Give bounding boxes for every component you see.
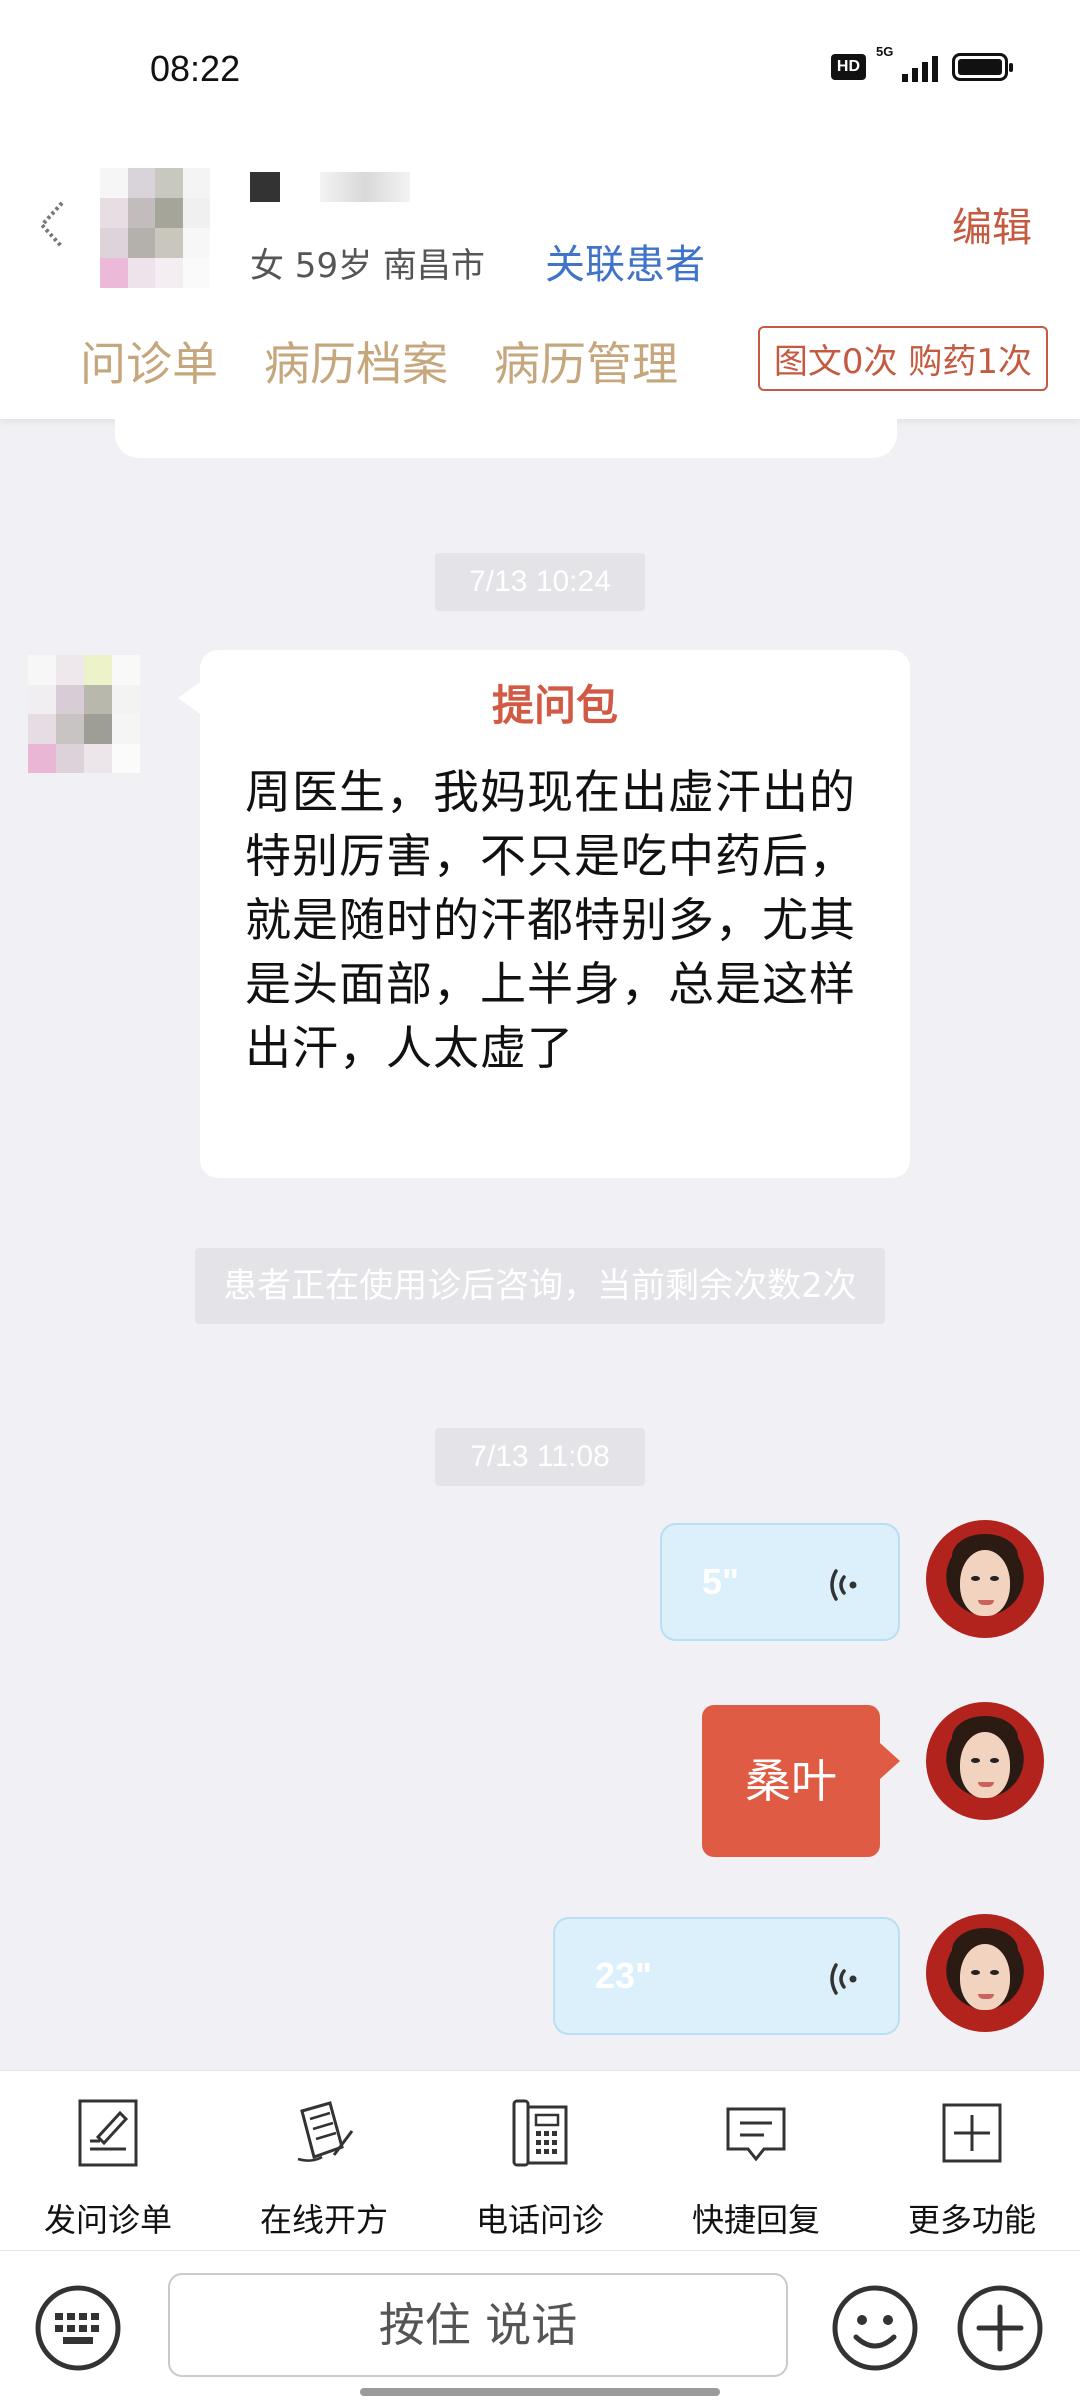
voice-duration: 5"	[702, 1561, 740, 1602]
timestamp: 7/13 11:08	[435, 1428, 645, 1486]
keyboard-icon[interactable]	[33, 2283, 123, 2373]
tab-medical-records[interactable]: 病历档案	[264, 328, 448, 394]
patient-message-avatar[interactable]	[28, 655, 140, 773]
prescription-icon	[297, 2101, 354, 2162]
hold-to-talk-button[interactable]: 按住 说话	[168, 2273, 788, 2377]
quick-reply-icon	[726, 2107, 786, 2162]
tool-label: 电话问诊	[475, 2201, 604, 2239]
quota-badge[interactable]: 图文0次 购药1次	[757, 326, 1048, 391]
doctor-avatar[interactable]	[926, 1702, 1044, 1820]
tab-consult-form[interactable]: 问诊单	[80, 328, 218, 394]
network-label: 5G	[876, 44, 894, 59]
voice-wave-icon	[830, 1569, 857, 1601]
tool-label: 更多功能	[907, 2201, 1036, 2239]
question-package-bubble[interactable]: 提问包 周医生，我妈现在出虚汗出的特别厉害，不只是吃中药后，就是随时的汗都特别多…	[178, 650, 910, 1178]
form-edit-icon	[78, 2099, 138, 2167]
tool-label: 发问诊单	[43, 2201, 172, 2239]
battery-icon	[952, 53, 1013, 81]
previous-message-card	[115, 410, 897, 458]
more-functions-button[interactable]: 更多功能	[864, 2071, 1080, 2250]
patient-avatar[interactable]	[100, 168, 210, 288]
emoji-icon[interactable]	[830, 2283, 920, 2373]
link-patient-link[interactable]: 关联患者	[545, 232, 705, 290]
voice-message-bubble[interactable]: 5"	[660, 1523, 900, 1641]
back-icon[interactable]	[30, 195, 80, 255]
plus-square-icon	[942, 2103, 1002, 2163]
herb-message-bubble[interactable]: 桑叶	[702, 1705, 900, 1857]
consult-notice: 患者正在使用诊后咨询，当前剩余次数2次	[195, 1248, 885, 1324]
status-time: 08:22	[150, 48, 241, 89]
doctor-avatar[interactable]	[926, 1520, 1044, 1638]
hd-icon: HD	[830, 54, 866, 80]
voice-duration: 23"	[595, 1955, 653, 1996]
tool-label: 在线开方	[259, 2201, 388, 2239]
tab-record-management[interactable]: 病历管理	[494, 328, 678, 394]
send-consult-form-button[interactable]: 发问诊单	[0, 2071, 216, 2250]
patient-header: 女 59岁 南昌市 关联患者 编辑 问诊单 病历档案 病历管理 图文0次 购药1…	[0, 140, 1080, 420]
input-bar: 按住 说话	[0, 2250, 1080, 2400]
timestamp: 7/13 10:24	[435, 553, 645, 611]
voice-message-bubble[interactable]: 23"	[553, 1917, 900, 2035]
question-text: 周医生，我妈现在出虚汗出的特别厉害，不只是吃中药后，就是随时的汗都特别多，尤其是…	[245, 765, 856, 1075]
online-prescription-button[interactable]: 在线开方	[216, 2071, 432, 2250]
doctor-avatar[interactable]	[926, 1914, 1044, 2032]
add-icon[interactable]	[955, 2283, 1045, 2373]
home-indicator[interactable]	[360, 2388, 720, 2396]
phone-icon	[512, 2099, 568, 2167]
voice-wave-icon	[830, 1963, 857, 1995]
question-package-title: 提问包	[491, 681, 618, 730]
edit-button[interactable]: 编辑	[952, 195, 1032, 253]
header-tabs: 问诊单 病历档案 病历管理	[80, 328, 678, 394]
quick-reply-button[interactable]: 快捷回复	[648, 2071, 864, 2250]
status-bar: 08:22 HD 5G	[0, 0, 1080, 140]
tool-label: 快捷回复	[691, 2201, 820, 2239]
status-icons: HD 5G	[830, 44, 1013, 82]
signal-icon: 5G	[876, 44, 938, 82]
function-toolbar: 发问诊单 在线开方 电话问诊 快捷回复 更多功能	[0, 2070, 1080, 2250]
phone-consult-button[interactable]: 电话问诊	[432, 2071, 648, 2250]
patient-name-redacted	[250, 172, 410, 202]
patient-info: 女 59岁 南昌市	[250, 246, 485, 286]
